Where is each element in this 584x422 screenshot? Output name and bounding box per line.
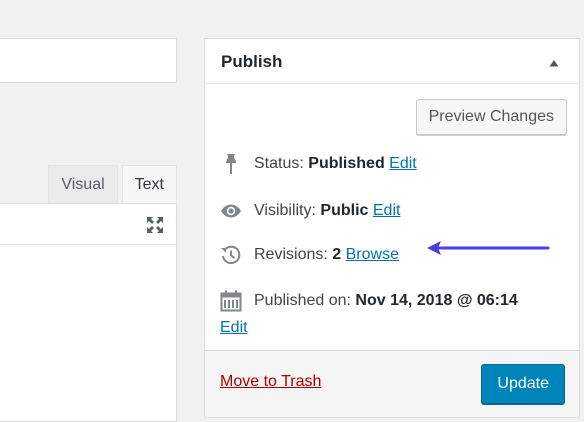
move-to-trash-link[interactable]: Move to Trash [220, 373, 321, 391]
post-title-input[interactable] [0, 38, 177, 83]
visibility-value: Public [320, 202, 369, 219]
status-edit-link[interactable]: Edit [389, 155, 417, 173]
visibility-edit-link[interactable]: Edit [373, 202, 401, 220]
calendar-icon [220, 290, 242, 312]
published-on-label: Published on: [254, 292, 351, 309]
history-icon [220, 244, 242, 266]
revisions-count: 2 [332, 246, 342, 263]
publish-metabox: Publish Preview Changes Status: Publishe… [204, 38, 580, 418]
visibility-row: Visibility: Public Edit [220, 200, 400, 222]
publish-footer: Move to Trash Update [205, 350, 579, 417]
fullscreen-expand-icon[interactable] [146, 216, 164, 234]
revisions-row: Revisions: 2 Browse [220, 244, 399, 266]
revisions-browse-link[interactable]: Browse [346, 246, 399, 264]
eye-icon [220, 200, 242, 222]
published-on-value: Nov 14, 2018 @ 06:14 [355, 292, 518, 309]
post-editor: Visual Text [0, 165, 177, 422]
update-button[interactable]: Update [481, 364, 565, 404]
revisions-label: Revisions: [254, 246, 328, 263]
publish-title: Publish [221, 52, 283, 71]
tab-text[interactable]: Text [121, 165, 177, 203]
preview-changes-button[interactable]: Preview Changes [415, 99, 567, 135]
editor-tabs: Visual Text [44, 165, 177, 203]
status-row: Status: Published Edit [220, 153, 417, 175]
visibility-label: Visibility: [254, 202, 316, 219]
pin-icon [220, 153, 242, 175]
status-label: Status: [254, 155, 304, 172]
editor-toolbar [0, 203, 177, 245]
publish-header[interactable]: Publish [205, 39, 579, 84]
published-on-row: Published on: Nov 14, 2018 @ 06:14 [220, 290, 518, 312]
triangle-up-icon[interactable] [549, 59, 559, 67]
editor-content-area[interactable] [0, 245, 177, 422]
tab-visual[interactable]: Visual [48, 165, 118, 203]
status-value: Published [308, 155, 385, 172]
published-on-edit-link[interactable]: Edit [220, 319, 248, 337]
annotation-arrow-icon [427, 241, 550, 255]
